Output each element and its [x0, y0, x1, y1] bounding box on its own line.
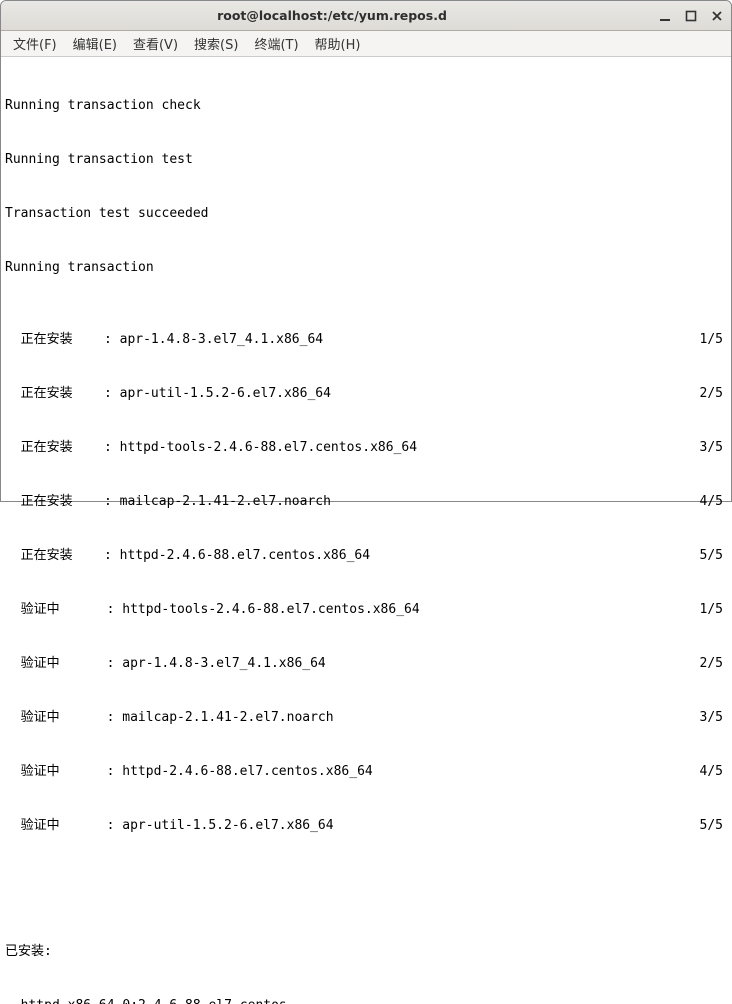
menu-help[interactable]: 帮助(H) — [309, 32, 367, 55]
installed-heading: 已安装: — [5, 943, 727, 961]
progress-row: 验证中 : httpd-2.4.6-88.el7.centos.x86_64 4/… — [5, 763, 727, 781]
output-line: Running transaction check — [5, 97, 727, 115]
progress-count: 2/5 — [700, 655, 727, 673]
progress-label: 正在安装 : httpd-2.4.6-88.el7.centos.x86_64 — [5, 547, 370, 565]
maximize-button[interactable] — [683, 8, 699, 24]
progress-row: 正在安装 : httpd-tools-2.4.6-88.el7.centos.x… — [5, 439, 727, 457]
progress-count: 2/5 — [700, 385, 727, 403]
progress-row: 验证中 : mailcap-2.1.41-2.el7.noarch 3/5 — [5, 709, 727, 727]
progress-label: 验证中 : apr-1.4.8-3.el7_4.1.x86_64 — [5, 655, 326, 673]
progress-row: 验证中 : apr-1.4.8-3.el7_4.1.x86_64 2/5 — [5, 655, 727, 673]
menu-view[interactable]: 查看(V) — [127, 32, 184, 55]
progress-count: 3/5 — [700, 709, 727, 727]
output-line: Running transaction test — [5, 151, 727, 169]
output-line: Transaction test succeeded — [5, 205, 727, 223]
progress-label: 正在安装 : apr-util-1.5.2-6.el7.x86_64 — [5, 385, 331, 403]
progress-count: 5/5 — [700, 547, 727, 565]
window-buttons — [657, 8, 725, 24]
minimize-button[interactable] — [657, 8, 673, 24]
progress-label: 正在安装 : mailcap-2.1.41-2.el7.noarch — [5, 493, 331, 511]
menu-edit[interactable]: 编辑(E) — [67, 32, 123, 55]
window-titlebar: root@localhost:/etc/yum.repos.d — [1, 1, 731, 31]
progress-count: 5/5 — [700, 817, 727, 835]
progress-label: 验证中 : httpd-tools-2.4.6-88.el7.centos.x8… — [5, 601, 420, 619]
progress-row: 正在安装 : httpd-2.4.6-88.el7.centos.x86_64 5… — [5, 547, 727, 565]
progress-label: 正在安装 : httpd-tools-2.4.6-88.el7.centos.x… — [5, 439, 417, 457]
progress-count: 4/5 — [700, 763, 727, 781]
menu-file[interactable]: 文件(F) — [7, 32, 63, 55]
progress-label: 验证中 : apr-util-1.5.2-6.el7.x86_64 — [5, 817, 334, 835]
output-line: Running transaction — [5, 259, 727, 277]
progress-label: 正在安装 : apr-1.4.8-3.el7_4.1.x86_64 — [5, 331, 323, 349]
progress-count: 1/5 — [700, 331, 727, 349]
progress-count: 4/5 — [700, 493, 727, 511]
terminal-output[interactable]: Running transaction check Running transa… — [1, 57, 731, 1004]
progress-count: 1/5 — [700, 601, 727, 619]
progress-count: 3/5 — [700, 439, 727, 457]
installed-line: httpd.x86_64 0:2.4.6-88.el7.centos — [5, 997, 727, 1004]
blank-line — [5, 889, 727, 907]
progress-row: 正在安装 : mailcap-2.1.41-2.el7.noarch 4/5 — [5, 493, 727, 511]
progress-label: 验证中 : mailcap-2.1.41-2.el7.noarch — [5, 709, 334, 727]
menu-terminal[interactable]: 终端(T) — [248, 32, 304, 55]
close-button[interactable] — [709, 8, 725, 24]
progress-row: 验证中 : httpd-tools-2.4.6-88.el7.centos.x8… — [5, 601, 727, 619]
menu-search[interactable]: 搜索(S) — [188, 32, 244, 55]
progress-row: 正在安装 : apr-util-1.5.2-6.el7.x86_64 2/5 — [5, 385, 727, 403]
menubar: 文件(F) 编辑(E) 查看(V) 搜索(S) 终端(T) 帮助(H) — [1, 31, 731, 57]
progress-label: 验证中 : httpd-2.4.6-88.el7.centos.x86_64 — [5, 763, 373, 781]
progress-row: 正在安装 : apr-1.4.8-3.el7_4.1.x86_64 1/5 — [5, 331, 727, 349]
progress-row: 验证中 : apr-util-1.5.2-6.el7.x86_64 5/5 — [5, 817, 727, 835]
window-title: root@localhost:/etc/yum.repos.d — [7, 8, 657, 23]
